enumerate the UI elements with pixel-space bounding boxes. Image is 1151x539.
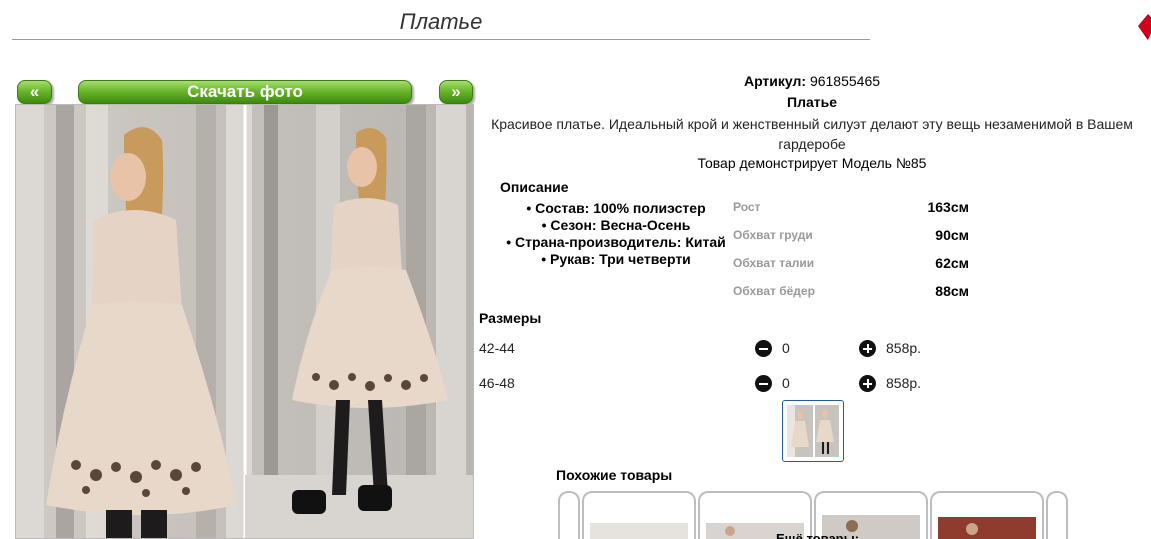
minus-icon[interactable] bbox=[755, 375, 772, 392]
sizes-title: Размеры bbox=[479, 310, 542, 326]
price-value: 858р. bbox=[886, 340, 922, 356]
measurement-value: 90см bbox=[935, 227, 969, 243]
download-photo-button[interactable]: Скачать фото bbox=[78, 80, 412, 104]
page-title: Платье bbox=[12, 8, 870, 40]
measurement-value: 163см bbox=[927, 199, 969, 215]
size-row: 46-48 0 858р. bbox=[479, 373, 1039, 393]
similar-products-title: Похожие товары bbox=[556, 467, 673, 483]
plus-icon[interactable] bbox=[859, 375, 876, 392]
description-title: Описание bbox=[500, 179, 569, 195]
thumbnail-image bbox=[787, 405, 839, 457]
measurement-label: Обхват талии bbox=[733, 256, 815, 270]
product-photo[interactable] bbox=[15, 104, 474, 539]
size-label: 46-48 bbox=[479, 375, 515, 391]
measurement-label: Обхват груди bbox=[733, 228, 813, 242]
dress-photo-illustration bbox=[16, 105, 473, 538]
size-row: 42-44 0 858р. bbox=[479, 338, 1039, 358]
minus-icon[interactable] bbox=[755, 340, 772, 357]
spec-item: Состав: 100% полиэстер bbox=[500, 200, 732, 217]
similar-product-card[interactable] bbox=[558, 491, 580, 539]
size-label: 42-44 bbox=[479, 340, 515, 356]
measurement-value: 62см bbox=[935, 255, 969, 271]
red-arrow-icon[interactable] bbox=[1136, 12, 1151, 40]
spec-item: Страна-производитель: Китай bbox=[500, 234, 732, 251]
similar-product-card[interactable] bbox=[930, 491, 1044, 539]
article-line: Артикул: 961855465 bbox=[478, 73, 1146, 89]
measurement-label: Рост bbox=[733, 200, 761, 214]
similar-product-card[interactable] bbox=[582, 491, 696, 539]
measurement-label: Обхват бёдер bbox=[733, 284, 815, 298]
article-label: Артикул: bbox=[743, 73, 807, 89]
product-name: Платье bbox=[787, 94, 837, 110]
price-value: 858р. bbox=[886, 375, 922, 391]
spec-item: Рукав: Три четверти bbox=[500, 251, 732, 268]
similar-product-card[interactable] bbox=[1046, 491, 1068, 539]
similar-product-image bbox=[938, 517, 1036, 539]
measurement-value: 88см bbox=[935, 283, 969, 299]
next-photo-button[interactable]: » bbox=[439, 80, 473, 104]
article-value: 961855465 bbox=[809, 73, 881, 89]
prev-photo-button[interactable]: « bbox=[17, 80, 52, 104]
more-products-link[interactable]: Ещё товары: bbox=[776, 531, 859, 539]
spec-item: Сезон: Весна-Осень bbox=[500, 217, 732, 234]
product-description: Красивое платье. Идеальный крой и женств… bbox=[491, 116, 1133, 152]
similar-product-image bbox=[590, 523, 688, 539]
quantity-value: 0 bbox=[782, 340, 790, 356]
plus-icon[interactable] bbox=[859, 340, 876, 357]
photo-thumbnail[interactable] bbox=[782, 400, 844, 462]
model-text: Товар демонстрирует Модель №85 bbox=[697, 155, 927, 171]
spec-list: Состав: 100% полиэстер Сезон: Весна-Осен… bbox=[500, 200, 732, 268]
quantity-value: 0 bbox=[782, 375, 790, 391]
